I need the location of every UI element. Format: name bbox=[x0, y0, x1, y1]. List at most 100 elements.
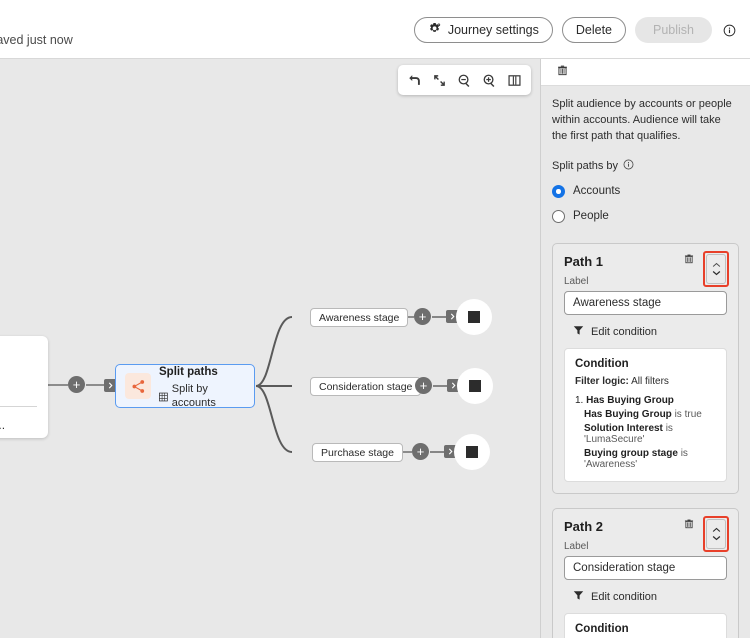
grid-icon bbox=[159, 392, 168, 402]
gear-icon bbox=[428, 22, 442, 39]
saved-status: Saved just now bbox=[0, 33, 73, 47]
end-node-branch-3[interactable] bbox=[454, 434, 490, 470]
previous-node-divider bbox=[0, 406, 37, 407]
panel-body: Split audience by accounts or people wit… bbox=[541, 86, 750, 223]
chevron-down-icon[interactable] bbox=[712, 535, 721, 541]
path-2-title: Path 2 bbox=[564, 519, 603, 534]
top-bar-actions: Journey settings Delete Publish bbox=[414, 17, 736, 43]
radio-option-people[interactable]: People bbox=[552, 210, 739, 223]
chevron-down-icon[interactable] bbox=[712, 270, 721, 276]
split-paths-node-subtitle-row: Split by accounts bbox=[159, 383, 245, 411]
path-1-condition-title: Condition bbox=[575, 358, 716, 370]
branch-label-consideration[interactable]: Consideration stage bbox=[310, 377, 421, 396]
path-1-condition-line: Solution Interest is 'LumaSecure' bbox=[575, 423, 716, 445]
end-node-branch-1[interactable] bbox=[456, 299, 492, 335]
path-1-title: Path 1 bbox=[564, 254, 603, 269]
split-paths-node-text: Split paths Split by accounts bbox=[159, 361, 245, 411]
path-1-condition-box: Condition Filter logic: All filters 1. H… bbox=[564, 348, 727, 482]
path-2-header-actions bbox=[679, 516, 729, 552]
radio-option-accounts[interactable]: Accounts bbox=[552, 185, 739, 198]
flow-graph: ring ent umaSec... + bbox=[0, 59, 540, 638]
split-paths-node[interactable]: Split paths Split by accounts bbox=[115, 364, 255, 408]
path-1-condition-item-number: 1. bbox=[575, 395, 583, 406]
filter-icon bbox=[573, 325, 584, 339]
condition-value: 'LumaSecure' bbox=[584, 434, 645, 445]
path-1-label-input[interactable] bbox=[564, 291, 727, 315]
split-paths-icon bbox=[125, 373, 151, 399]
add-step-button-branch-3[interactable]: + bbox=[412, 443, 429, 460]
condition-operator: is bbox=[675, 409, 682, 420]
path-1-condition-list: 1. Has Buying Group Has Buying Group is … bbox=[575, 395, 716, 470]
path-2-edit-condition-button[interactable]: Edit condition bbox=[573, 590, 657, 604]
path-card-2: Path 2 bbox=[552, 508, 739, 638]
path-1-edit-condition-button[interactable]: Edit condition bbox=[573, 325, 657, 339]
radio-accounts-label: Accounts bbox=[573, 185, 620, 197]
radio-people-label: People bbox=[573, 210, 609, 222]
filter-icon bbox=[573, 590, 584, 604]
journey-settings-label: Journey settings bbox=[448, 23, 539, 37]
delete-path-1-button[interactable] bbox=[679, 251, 699, 271]
split-paths-by-label-row: Split paths by bbox=[552, 159, 739, 173]
trash-icon bbox=[683, 518, 695, 533]
path-2-condition-box: Condition Filter logic: All filters 1. H… bbox=[564, 613, 727, 638]
radio-accounts-icon bbox=[552, 185, 565, 198]
path-2-reorder-highlight bbox=[703, 516, 729, 552]
journey-builder-app: Saved just now Journey settings Delete P… bbox=[0, 0, 750, 638]
info-icon[interactable] bbox=[723, 24, 736, 37]
condition-operator: is bbox=[666, 423, 673, 434]
path-2-label-input[interactable] bbox=[564, 556, 727, 580]
end-node-branch-2[interactable] bbox=[457, 368, 493, 404]
top-bar: Saved just now Journey settings Delete P… bbox=[0, 0, 750, 59]
branch-label-awareness[interactable]: Awareness stage bbox=[310, 308, 408, 327]
add-step-button-before-split[interactable]: + bbox=[68, 376, 85, 393]
condition-operator: is bbox=[681, 448, 688, 459]
path-2-condition-title: Condition bbox=[575, 623, 716, 635]
path-card-1: Path 1 bbox=[552, 243, 739, 494]
publish-label: Publish bbox=[653, 23, 694, 37]
path-1-edit-condition-label: Edit condition bbox=[591, 326, 657, 338]
previous-node-subtitle: ent bbox=[0, 380, 37, 394]
delete-step-button[interactable] bbox=[552, 62, 572, 82]
condition-value: true bbox=[685, 409, 702, 420]
delete-path-2-button[interactable] bbox=[679, 516, 699, 536]
add-step-button-branch-2[interactable]: + bbox=[415, 377, 432, 394]
path-1-filter-logic-value: All filters bbox=[631, 376, 669, 387]
end-node-square-icon bbox=[468, 311, 480, 323]
condition-attribute: Has Buying Group bbox=[584, 409, 672, 420]
add-step-button-branch-1[interactable]: + bbox=[414, 308, 431, 325]
split-paths-node-title: Split paths bbox=[159, 366, 218, 378]
path-1-condition-line: Buying group stage is 'Awareness' bbox=[575, 448, 716, 470]
condition-value: 'Awareness' bbox=[584, 459, 637, 470]
journey-settings-button[interactable]: Journey settings bbox=[414, 17, 553, 43]
split-paths-node-subtitle: Split by accounts bbox=[172, 383, 245, 411]
path-1-header-actions bbox=[679, 251, 729, 287]
branch-label-purchase[interactable]: Purchase stage bbox=[312, 443, 403, 462]
split-paths-by-label: Split paths by bbox=[552, 160, 618, 172]
path-1-condition-item-heading: 1. Has Buying Group bbox=[575, 395, 716, 406]
path-1-filter-logic-label: Filter logic: bbox=[575, 376, 629, 387]
delete-label: Delete bbox=[576, 23, 612, 37]
flow-edges bbox=[0, 59, 540, 638]
path-1-reorder-highlight bbox=[703, 251, 729, 287]
journey-canvas[interactable]: ring ent umaSec... + bbox=[0, 59, 540, 638]
panel-description: Split audience by accounts or people wit… bbox=[552, 97, 739, 145]
delete-button[interactable]: Delete bbox=[562, 17, 626, 43]
path-2-edit-condition-label: Edit condition bbox=[591, 591, 657, 603]
end-node-square-icon bbox=[466, 446, 478, 458]
path-2-reorder-stepper[interactable] bbox=[706, 519, 726, 549]
condition-attribute: Solution Interest bbox=[584, 423, 663, 434]
publish-button: Publish bbox=[635, 17, 712, 43]
path-1-filter-logic: Filter logic: All filters bbox=[575, 376, 716, 387]
chevron-up-icon[interactable] bbox=[712, 527, 721, 533]
chevron-up-icon[interactable] bbox=[712, 262, 721, 268]
previous-node-chip: umaSec... bbox=[0, 418, 37, 432]
panel-header bbox=[541, 59, 750, 86]
condition-attribute: Buying group stage bbox=[584, 448, 678, 459]
info-icon[interactable] bbox=[623, 159, 634, 173]
trash-icon bbox=[556, 64, 569, 80]
path-1-condition-line: Has Buying Group is true bbox=[575, 409, 716, 420]
path-1-reorder-stepper[interactable] bbox=[706, 254, 726, 284]
split-paths-settings-panel: Split audience by accounts or people wit… bbox=[540, 59, 750, 638]
previous-journey-node[interactable]: ring ent umaSec... bbox=[0, 336, 48, 438]
radio-people-icon bbox=[552, 210, 565, 223]
